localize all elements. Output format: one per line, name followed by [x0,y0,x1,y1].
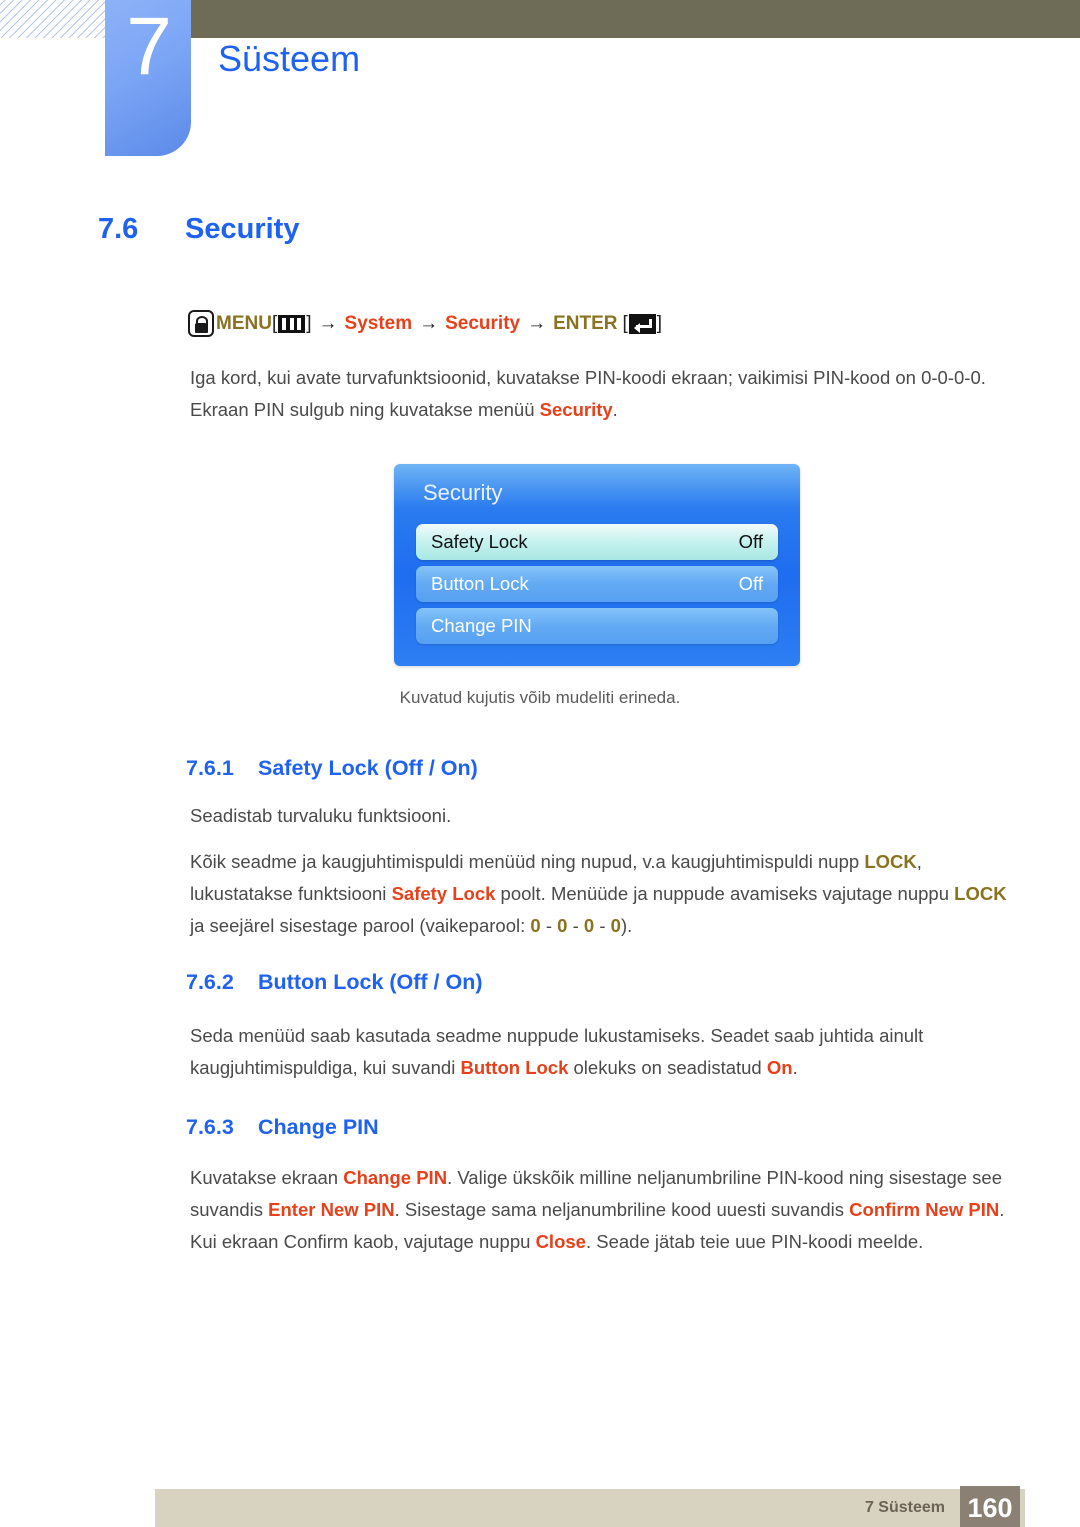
subsection-title: Safety Lock (Off / On) [258,756,478,780]
paragraph-text: ). [620,915,633,936]
highlight-button-lock: Button Lock [460,1057,569,1078]
section-title: Security [185,213,300,245]
osd-row-safety-lock[interactable]: Safety Lock Off [416,524,778,560]
paragraph-text: Kuvatakse ekraan [190,1167,344,1188]
page-title: 7.6 Security [98,213,299,246]
paragraph-text: - [540,915,558,936]
arrow-icon-3: → [527,312,547,334]
osd-row-label: Button Lock [431,573,529,594]
osd-row-value: Off [738,531,763,552]
osd-row-label: Safety Lock [431,531,528,552]
osd-caption: Kuvatud kujutis võib mudeliti erineda. [399,688,681,707]
chapter-number: 7 [126,1,172,92]
paragraph-text: olekuks on seadistatud [568,1057,767,1078]
hand-press-icon [188,310,214,337]
header-band [112,0,1080,38]
intro-paragraph: Iga kord, kui avate turvafunktsioonid, k… [190,362,1020,426]
breadcrumb-step-system: System [344,312,413,334]
highlight-pin-digit-4: 0 [610,915,621,936]
subsection-heading-763: 7.6.3 Change PIN [186,1115,379,1140]
osd-row-value: Off [738,573,763,594]
highlight-close: Close [535,1231,586,1252]
highlight-change-pin: Change PIN [343,1167,448,1188]
highlight-confirm-new-pin: Confirm New PIN [849,1199,1000,1220]
paragraph-text: poolt. Menüüde ja nuppude avamiseks vaju… [495,883,955,904]
osd-security-menu: Security Safety Lock Off Button Lock Off… [394,464,800,666]
bracket-open-2: [ [622,312,628,334]
subsection-title: Button Lock (Off / On) [258,970,483,994]
chapter-tab: 7 [105,0,191,156]
paragraph-text: ja seejärel sisestage parool (vaikeparoo… [190,915,531,936]
osd-title: Security [423,480,503,505]
footer-page-number: 160 [960,1486,1020,1527]
arrow-icon-2: → [419,312,439,334]
paragraph-763: Kuvatakse ekraan Change PIN. Valige üksk… [190,1162,1020,1258]
paragraph-text: - [594,915,611,936]
highlight-pin-digit-2: 0 [557,915,568,936]
menu-bars-icon [278,314,306,333]
osd-row-change-pin[interactable]: Change PIN [416,608,778,644]
highlight-lock-1: LOCK [864,851,917,872]
highlight-pin-digit-3: 0 [583,915,595,936]
subsection-title: Change PIN [258,1115,379,1139]
paragraph-text: . Sisestage sama neljanumbriline kood uu… [394,1199,850,1220]
paragraph-text: Seadistab turvaluku funktsiooni. [190,805,452,826]
paragraph-text: . Seade jätab teie uue PIN-koodi meelde. [585,1231,924,1252]
highlight-lock-2: LOCK [954,883,1007,904]
highlight-pin-digit-1: 0 [530,915,541,936]
subsection-number: 7.6.3 [186,1115,234,1139]
subsection-number: 7.6.2 [186,970,234,994]
footer-chapter-label: 7 Süsteem [864,1499,945,1516]
subsection-heading-761: 7.6.1 Safety Lock (Off / On) [186,756,478,781]
osd-row-label: Change PIN [431,615,532,636]
highlight-safety-lock: Safety Lock [391,883,496,904]
enter-label: ENTER [553,312,618,334]
intro-highlight-security: Security [539,399,613,420]
footer-bar: 7 Süsteem 160 [155,1486,1025,1527]
intro-text-2: . [612,399,618,420]
bracket-open: [ [271,312,278,334]
paragraph-text: Kõik seadme ja kaugjuhtimispuldi menüüd … [190,851,865,872]
bracket-close-2: ] [656,312,663,334]
subsection-heading-762: 7.6.2 Button Lock (Off / On) [186,970,483,995]
highlight-on: On [766,1057,793,1078]
paragraph-761-short: Seadistab turvaluku funktsiooni. [190,800,1020,832]
arrow-icon-1: → [318,312,338,334]
breadcrumb: MENU [ ] → System → Security → ENTER [ ] [188,310,662,337]
paragraph-text: - [567,915,584,936]
paragraph-text: . [792,1057,798,1078]
header-hatch-decoration [0,0,112,38]
highlight-enter-new-pin: Enter New PIN [268,1199,395,1220]
menu-label: MENU [216,312,272,334]
osd-row-button-lock[interactable]: Button Lock Off [416,566,778,602]
paragraph-761-long: Kõik seadme ja kaugjuhtimispuldi menüüd … [190,846,1020,942]
subsection-number: 7.6.1 [186,756,234,780]
paragraph-762: Seda menüüd saab kasutada seadme nuppude… [190,1020,1020,1084]
breadcrumb-step-security: Security [445,312,521,334]
document-page: 7 Süsteem 7.6 Security MENU [ ] → System … [0,0,1080,1527]
enter-key-icon [628,313,656,334]
chapter-title: Süsteem [218,38,361,79]
section-number: 7.6 [98,213,139,245]
